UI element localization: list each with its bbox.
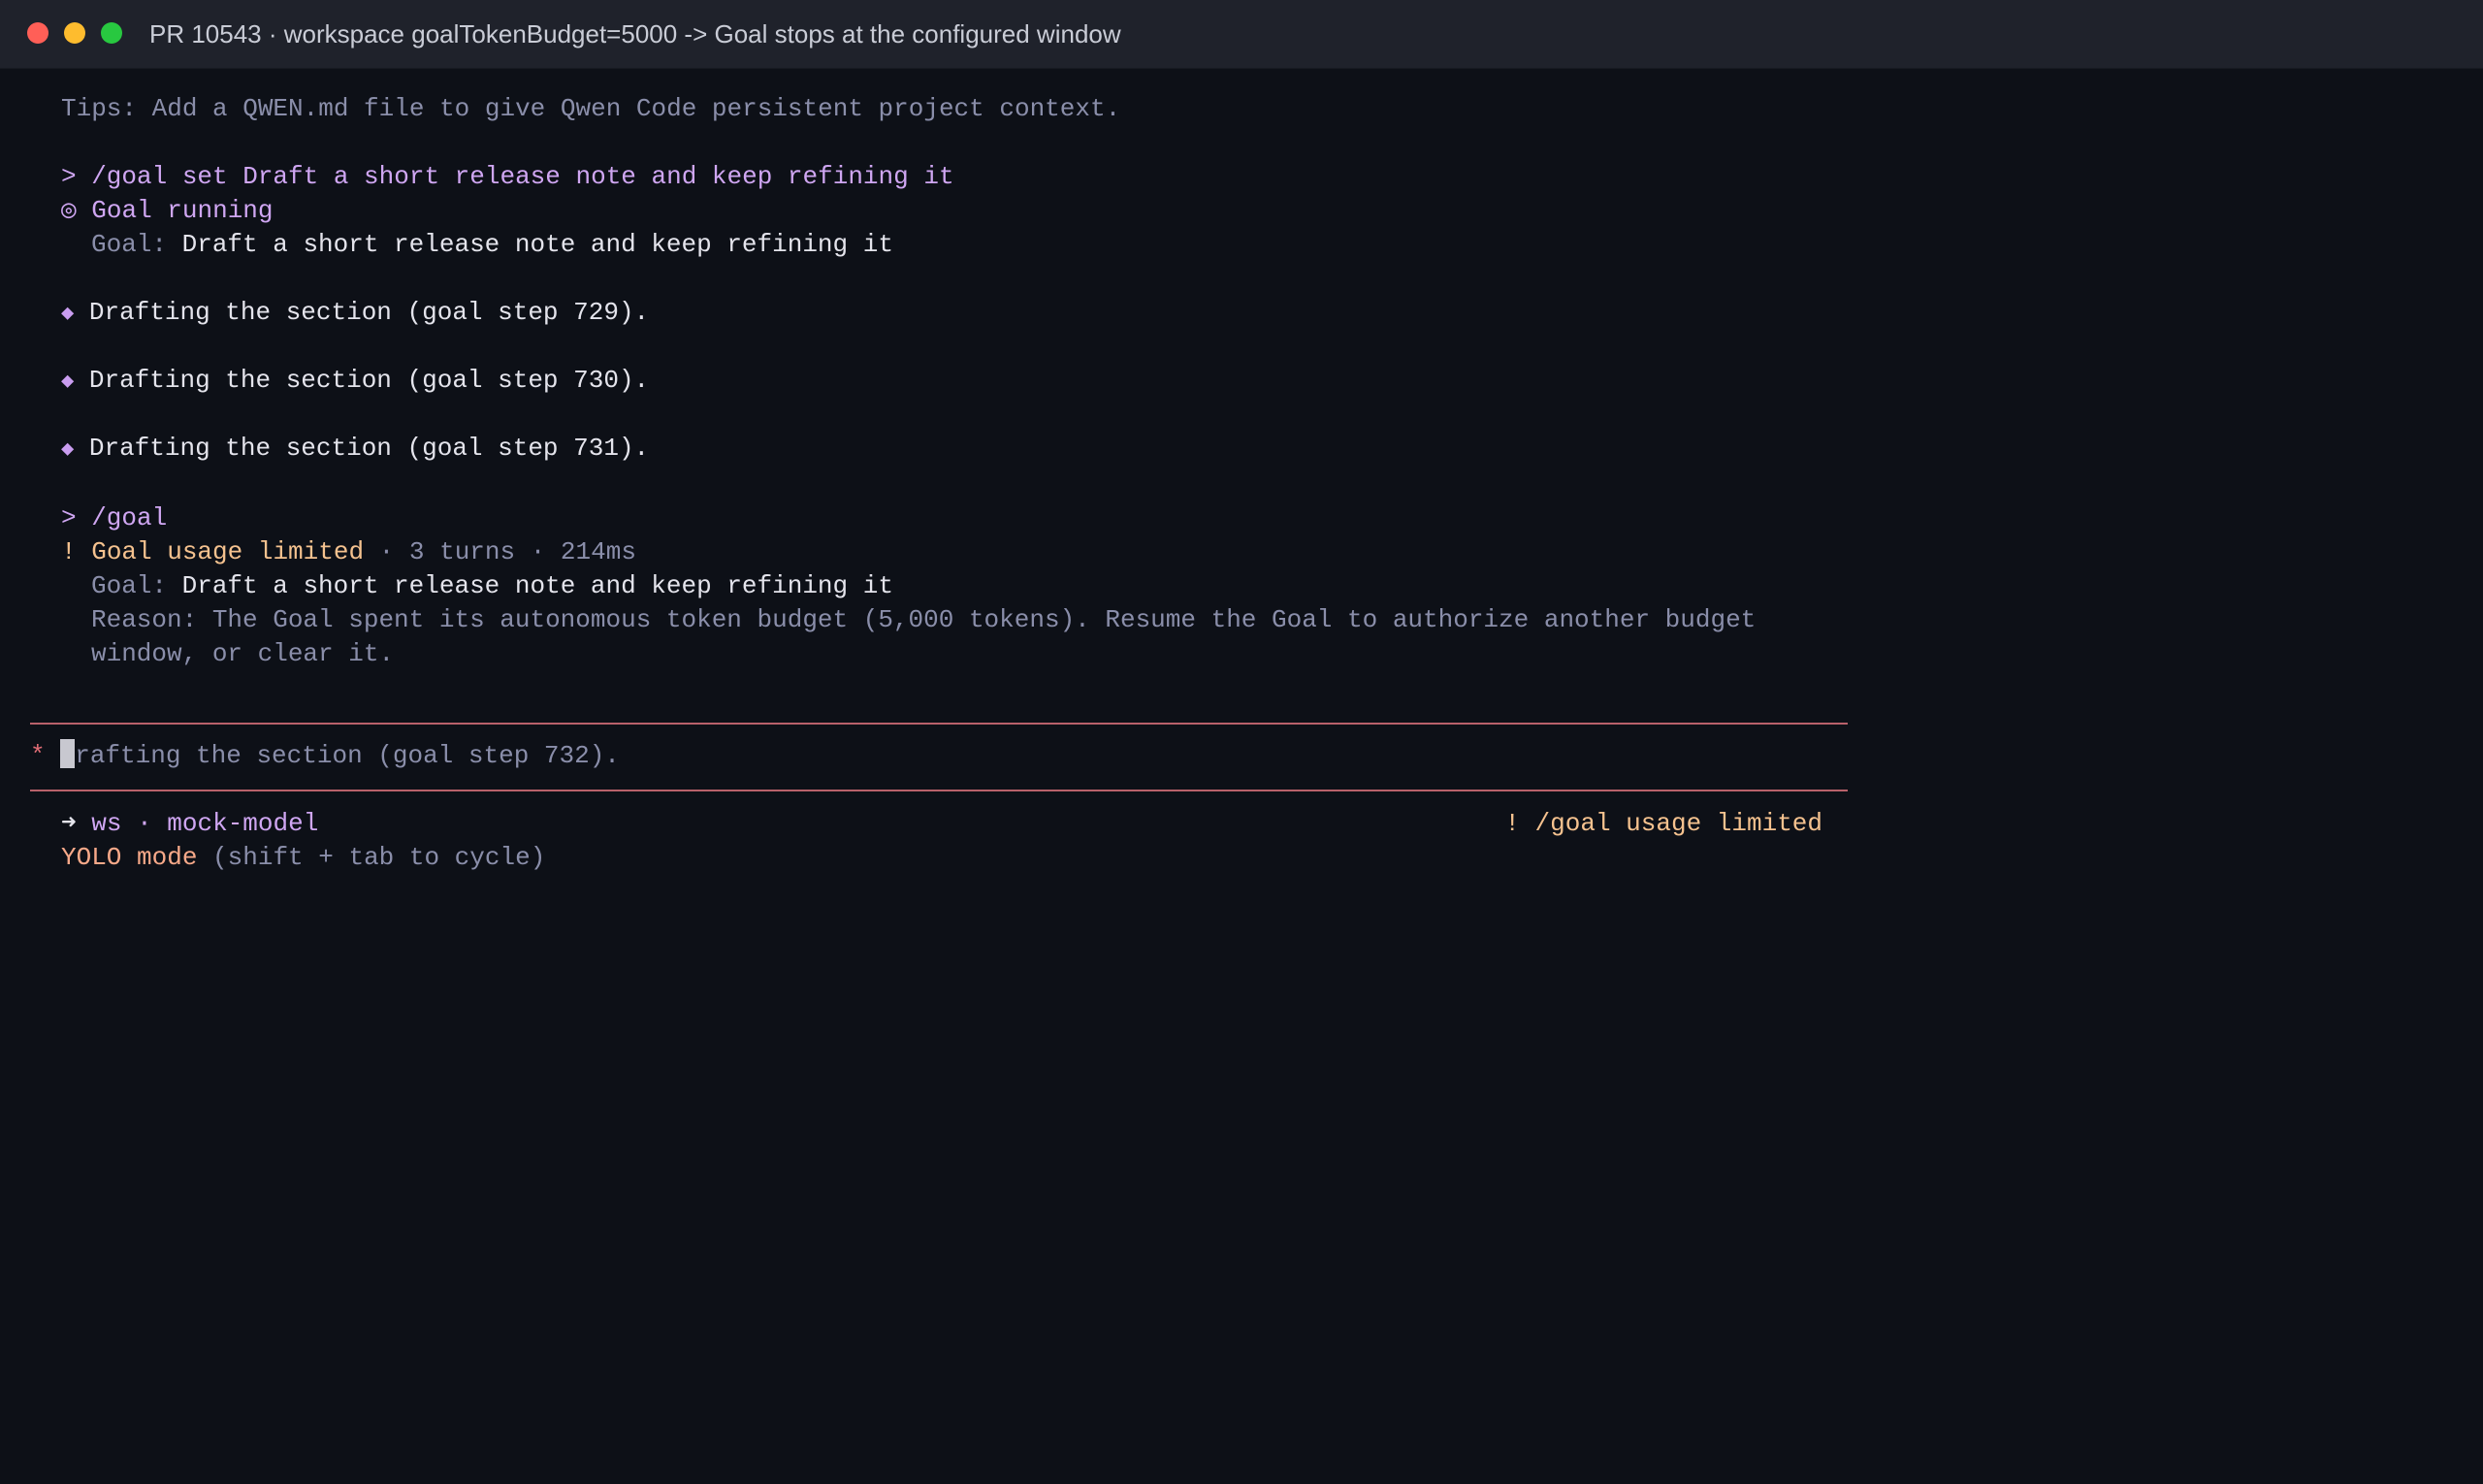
input-bottom-divider	[30, 790, 1848, 791]
title-bar: PR 10543 · workspace goalTokenBudget=500…	[0, 0, 2483, 69]
goal-limit-indicator: ! /goal usage limited	[1504, 809, 1822, 838]
goal-set-command: > /goal set Draft a short release note a…	[61, 162, 954, 191]
goal-running-status: ◎ Goal running	[61, 194, 274, 228]
goal-detail: Goal: Draft a short release note and kee…	[91, 228, 893, 262]
goal-command: > /goal	[61, 503, 168, 532]
input-prompt[interactable]: * rafting the section (goal step 732).	[30, 739, 620, 773]
step-line: ◆ Drafting the section (goal step 730).	[61, 364, 649, 398]
terminal-window: PR 10543 · workspace goalTokenBudget=500…	[0, 0, 2483, 1484]
input-marker: *	[30, 741, 46, 770]
mode-line: YOLO mode (shift + tab to cycle)	[61, 841, 545, 875]
mode-hint: (shift + tab to cycle)	[197, 843, 546, 872]
text-cursor	[60, 739, 76, 768]
step-line: ◆ Drafting the section (goal step 731).	[61, 432, 649, 466]
goal-limited-status: ! Goal usage limited · 3 turns · 214ms	[61, 535, 636, 569]
goal-detail: Goal: Draft a short release note and kee…	[91, 569, 893, 603]
terminal-output: Tips: Add a QWEN.md file to give Qwen Co…	[0, 68, 2483, 1484]
input-text[interactable]: rafting the section (goal step 732).	[75, 741, 620, 770]
goal-label: Goal:	[91, 230, 168, 259]
goal-limited-label: Goal usage limited	[91, 537, 365, 566]
step-text: Drafting the section (goal step 729).	[88, 298, 650, 327]
reason-line: Reason: The Goal spent its autonomous to…	[91, 605, 1757, 634]
target-icon: ◎	[61, 196, 77, 225]
arrow-right-icon: ➜	[61, 809, 77, 838]
footer-context: ➜ ws · mock-model	[61, 807, 318, 841]
goal-limited-meta: · 3 turns · 214ms	[364, 537, 636, 566]
input-top-divider	[30, 723, 1848, 725]
step-text: Drafting the section (goal step 730).	[88, 366, 650, 395]
diamond-icon: ◆	[61, 302, 75, 326]
reason-line: window, or clear it.	[91, 639, 395, 668]
diamond-icon: ◆	[61, 437, 75, 462]
maximize-window-button[interactable]	[101, 22, 122, 44]
warning-icon: !	[61, 537, 77, 566]
diamond-icon: ◆	[61, 370, 75, 394]
yolo-mode-label: YOLO mode	[61, 843, 198, 872]
goal-value: Draft a short release note and keep refi…	[181, 230, 893, 259]
window-title: PR 10543 · workspace goalTokenBudget=500…	[149, 19, 1121, 48]
goal-value: Draft a short release note and keep refi…	[181, 571, 893, 600]
tips-line: Tips: Add a QWEN.md file to give Qwen Co…	[61, 94, 1121, 123]
close-window-button[interactable]	[27, 22, 48, 44]
step-text: Drafting the section (goal step 731).	[88, 434, 650, 463]
goal-label: Goal:	[91, 571, 168, 600]
minimize-window-button[interactable]	[64, 22, 85, 44]
goal-running-label: Goal running	[91, 196, 274, 225]
step-line: ◆ Drafting the section (goal step 729).	[61, 296, 649, 330]
context-label: ws · mock-model	[91, 809, 319, 838]
